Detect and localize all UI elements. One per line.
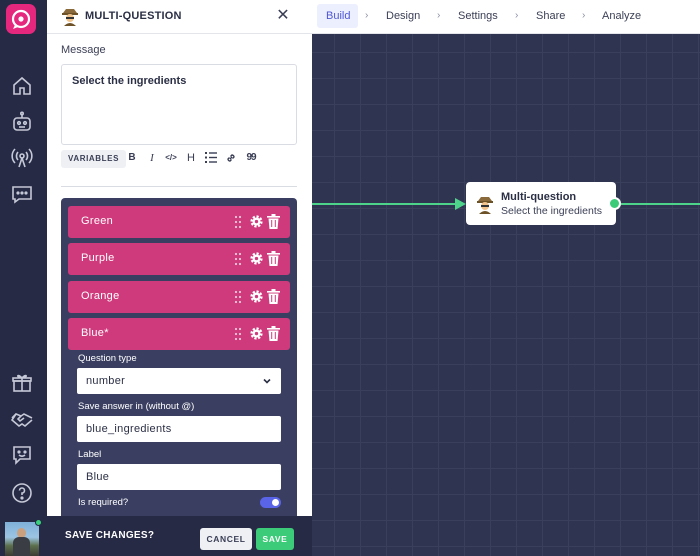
variables-button[interactable]: VARIABLES [61, 150, 127, 168]
nav-separator: › [515, 10, 519, 21]
chevron-down-icon [263, 378, 271, 384]
option-label[interactable]: Purple [81, 252, 115, 264]
save-answer-label: Save answer in (without @) [78, 401, 195, 412]
question-type-value: number [86, 375, 126, 387]
trash-icon[interactable] [267, 251, 280, 266]
bot-icon[interactable] [10, 110, 34, 134]
node-subtitle: Select the ingredients [501, 205, 602, 217]
options-list: Green Purple Orange Blue* Question type … [61, 198, 297, 516]
detective-icon [61, 6, 79, 26]
italic-button[interactable]: I [145, 151, 159, 165]
message-label: Message [61, 44, 106, 56]
save-answer-input[interactable]: blue_ingredients [77, 416, 281, 442]
trash-icon[interactable] [267, 214, 280, 229]
help-icon[interactable] [10, 481, 34, 505]
panel-title: MULTI-QUESTION [85, 10, 182, 22]
heading-button[interactable]: H [184, 151, 198, 165]
nav-tab-analyze[interactable]: Analyze [602, 10, 641, 22]
message-editor[interactable]: Select the ingredients [61, 64, 297, 145]
panel-header: MULTI-QUESTION ✕ [47, 0, 312, 34]
code-button[interactable]: </> [164, 151, 178, 165]
nav-tab-settings[interactable]: Settings [458, 10, 498, 22]
user-avatar[interactable] [5, 522, 39, 556]
is-required-label: Is required? [78, 497, 129, 508]
option-label[interactable]: Blue* [81, 327, 109, 339]
save-changes-text: SAVE CHANGES? [65, 530, 155, 541]
option-item-green[interactable]: Green [68, 206, 290, 238]
option-item-orange[interactable]: Orange [68, 281, 290, 313]
multi-question-node[interactable]: Multi-question Select the ingredients [466, 182, 616, 225]
flow-canvas[interactable] [312, 34, 700, 556]
gear-icon[interactable] [249, 251, 264, 266]
question-type-label: Question type [78, 353, 137, 364]
quote-button[interactable]: 99 [244, 151, 258, 165]
message-text[interactable]: Select the ingredients [72, 75, 186, 87]
bold-button[interactable]: B [125, 151, 139, 165]
chat-icon[interactable] [10, 182, 34, 206]
label-input[interactable]: Blue [77, 464, 281, 490]
option-item-purple[interactable]: Purple [68, 243, 290, 275]
list-icon[interactable] [204, 151, 218, 165]
drag-handle-icon[interactable] [234, 252, 242, 266]
drag-handle-icon[interactable] [234, 215, 242, 229]
block-editor-panel: MULTI-QUESTION ✕ Message Select the ingr… [47, 0, 312, 556]
is-required-toggle[interactable] [260, 497, 281, 508]
home-icon[interactable] [10, 74, 34, 98]
nav-tab-design[interactable]: Design [386, 10, 420, 22]
nav-separator: › [365, 10, 369, 21]
close-icon[interactable]: ✕ [275, 7, 291, 25]
save-changes-bar: SAVE CHANGES? CANCEL SAVE [47, 516, 312, 556]
detective-icon [476, 194, 494, 214]
option-item-blue[interactable]: Blue* [68, 318, 290, 350]
incoming-edge[interactable] [312, 203, 457, 205]
trash-icon[interactable] [267, 326, 280, 341]
link-icon[interactable] [224, 151, 238, 165]
nav-tab-share[interactable]: Share [536, 10, 565, 22]
nav-separator: › [582, 10, 586, 21]
node-title: Multi-question [501, 191, 577, 203]
label-field-label: Label [78, 449, 102, 460]
drag-handle-icon[interactable] [234, 290, 242, 304]
broadcast-icon[interactable] [10, 146, 34, 170]
gear-icon[interactable] [249, 326, 264, 341]
drag-handle-icon[interactable] [234, 327, 242, 341]
app-logo[interactable] [6, 4, 36, 34]
save-button[interactable]: SAVE [256, 528, 294, 550]
nav-tab-build[interactable]: Build [317, 4, 358, 28]
app-sidebar [0, 0, 47, 556]
divider [61, 186, 297, 187]
option-label[interactable]: Orange [81, 290, 120, 302]
nav-tab-label: Build [326, 10, 351, 22]
builder-nav: Build › Design › Settings › Share › Anal… [312, 0, 700, 34]
nav-separator: › [437, 10, 441, 21]
gift-icon[interactable] [10, 371, 34, 395]
handshake-icon[interactable] [10, 407, 34, 431]
online-status-dot [35, 519, 42, 526]
outgoing-edge[interactable] [621, 203, 700, 205]
question-type-select[interactable]: number [77, 368, 281, 394]
trash-icon[interactable] [267, 289, 280, 304]
node-output-port[interactable] [608, 197, 621, 210]
edge-arrow-icon [455, 198, 466, 210]
feedback-icon[interactable] [10, 443, 34, 467]
option-label[interactable]: Green [81, 215, 113, 227]
gear-icon[interactable] [249, 289, 264, 304]
cancel-button[interactable]: CANCEL [200, 528, 252, 550]
avatar-body [13, 537, 30, 556]
gear-icon[interactable] [249, 214, 264, 229]
